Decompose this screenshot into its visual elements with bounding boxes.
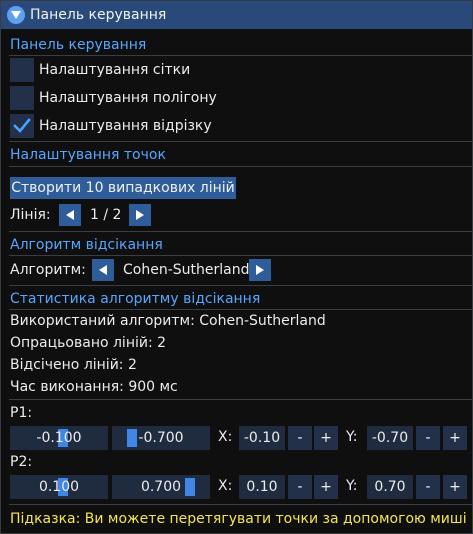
arrow-left-icon bbox=[99, 265, 107, 275]
prev-algorithm-button[interactable] bbox=[92, 259, 114, 281]
polygon-settings-label: Налаштування полігону bbox=[39, 90, 217, 106]
grid-settings-label: Налаштування сітки bbox=[39, 62, 191, 78]
stats-processed-lines: Опрацьовано ліній: 2 bbox=[10, 335, 167, 351]
slider-grab[interactable] bbox=[185, 478, 195, 496]
clipping-header: Алгоритм відсікання bbox=[10, 237, 163, 253]
stats-clipped-lines: Відсічено ліній: 2 bbox=[10, 357, 137, 373]
p2-x-increment-button[interactable]: + bbox=[314, 475, 338, 499]
polygon-settings-checkbox[interactable] bbox=[10, 86, 34, 110]
algorithm-label: Алгоритм: bbox=[10, 262, 86, 278]
p1-x-decrement-button[interactable]: - bbox=[288, 426, 312, 450]
hint-text: Підказка: Ви можете перетягувати точки з… bbox=[10, 511, 467, 527]
prev-line-button[interactable] bbox=[59, 204, 81, 226]
arrow-left-icon bbox=[66, 210, 74, 220]
separator bbox=[9, 285, 472, 286]
p2-x-input[interactable]: 0.10 bbox=[239, 475, 285, 499]
stats-header: Статистика алгоритму відсікання bbox=[10, 291, 261, 307]
panel-header: Панель керування bbox=[10, 37, 147, 53]
arrow-right-icon bbox=[136, 210, 144, 220]
p1-y-decrement-button[interactable]: - bbox=[416, 426, 440, 450]
line-label: Лінія: bbox=[10, 207, 51, 223]
p2-y-increment-button[interactable]: + bbox=[443, 475, 467, 499]
stats-used-algorithm: Використаний алгоритм: Cohen-Sutherland bbox=[10, 313, 326, 329]
grid-settings-checkbox[interactable] bbox=[10, 58, 34, 82]
p2-x-decrement-button[interactable]: - bbox=[288, 475, 312, 499]
p2-label: P2: bbox=[10, 454, 33, 470]
segment-settings-label: Налаштування відрізку bbox=[39, 118, 212, 134]
separator bbox=[9, 141, 472, 142]
p1-y-slider[interactable]: -0.700 bbox=[112, 426, 210, 450]
p2-y-label: Y: bbox=[346, 478, 358, 494]
p2-y-input[interactable]: 0.70 bbox=[367, 475, 413, 499]
separator bbox=[9, 399, 472, 400]
p2-x-slider[interactable]: 0.100 bbox=[10, 475, 108, 499]
points-header: Налаштування точок bbox=[10, 147, 166, 163]
arrow-right-icon bbox=[256, 265, 264, 275]
p1-x-slider[interactable]: -0.100 bbox=[10, 426, 108, 450]
slider-grab[interactable] bbox=[127, 429, 137, 447]
p2-y-slider[interactable]: 0.700 bbox=[112, 475, 210, 499]
checkmark-icon bbox=[13, 118, 31, 133]
next-line-button[interactable] bbox=[129, 204, 151, 226]
next-algorithm-button[interactable] bbox=[249, 259, 271, 281]
p1-y-slider-value: -0.700 bbox=[138, 430, 184, 446]
p1-y-input[interactable]: -0.70 bbox=[367, 426, 413, 450]
collapse-triangle-icon[interactable] bbox=[7, 6, 25, 24]
p1-y-label: Y: bbox=[346, 429, 358, 445]
generate-random-lines-button[interactable]: Створити 10 випадкових ліній bbox=[10, 177, 236, 199]
window-title: Панель керування bbox=[30, 7, 167, 23]
stats-execution-time: Час виконання: 900 мс bbox=[10, 379, 178, 395]
p2-x-label: X: bbox=[218, 478, 233, 494]
separator bbox=[9, 231, 472, 232]
p2-y-slider-value: 0.700 bbox=[140, 479, 182, 495]
separator bbox=[9, 504, 472, 505]
algorithm-value: Cohen-Sutherland bbox=[123, 262, 250, 278]
control-panel-window: Панель керування Панель керування Налашт… bbox=[0, 0, 473, 534]
separator bbox=[9, 55, 472, 56]
p1-x-label: X: bbox=[218, 429, 233, 445]
p2-y-decrement-button[interactable]: - bbox=[416, 475, 440, 499]
p1-label: P1: bbox=[10, 405, 33, 421]
separator bbox=[9, 309, 472, 310]
p2-x-slider-value: 0.100 bbox=[38, 479, 80, 495]
segment-settings-checkbox[interactable] bbox=[10, 114, 34, 138]
separator bbox=[9, 166, 472, 167]
p1-x-input[interactable]: -0.10 bbox=[239, 426, 285, 450]
p1-y-increment-button[interactable]: + bbox=[443, 426, 467, 450]
line-counter: 1 / 2 bbox=[90, 207, 122, 223]
p1-x-slider-value: -0.100 bbox=[36, 430, 82, 446]
separator bbox=[9, 255, 472, 256]
p1-x-increment-button[interactable]: + bbox=[314, 426, 338, 450]
window-titlebar[interactable]: Панель керування bbox=[1, 1, 472, 29]
